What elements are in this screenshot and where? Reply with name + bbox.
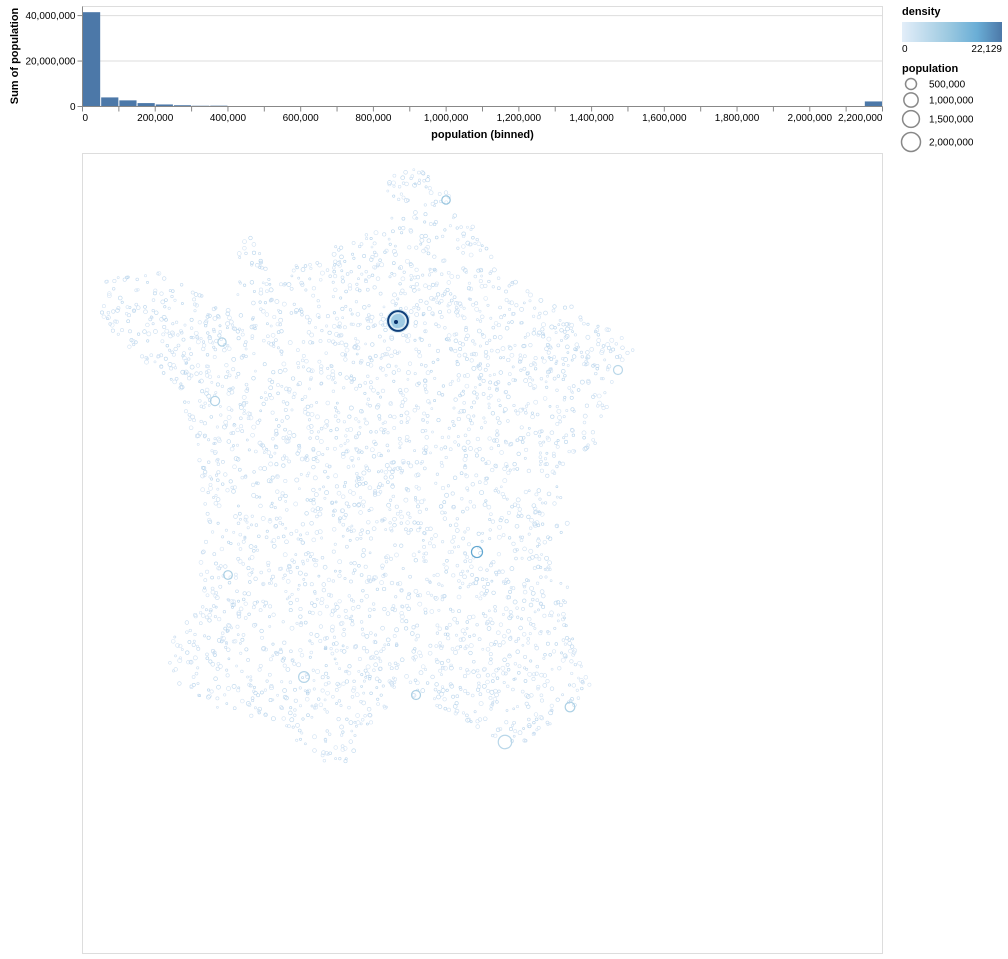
- population-legend: population 500,000 1,000,000 1,500,000 2,00…: [900, 63, 974, 153]
- paris-center-point: [394, 320, 398, 324]
- x-tick-label: 400,000: [210, 113, 247, 124]
- histogram-bar: [101, 97, 119, 107]
- population-legend-symbol: [903, 92, 919, 108]
- population-legend-title: population: [902, 63, 958, 75]
- population-legend-symbol: [900, 131, 922, 153]
- density-legend-title: density: [902, 6, 941, 18]
- x-tick-label: 600,000: [283, 113, 320, 124]
- population-legend-label: 500,000: [929, 80, 966, 91]
- population-legend-symbol: [901, 109, 921, 129]
- x-tick-label: 0: [83, 113, 89, 124]
- paris-density-core: [391, 314, 405, 328]
- x-tick-label: 200,000: [137, 113, 174, 124]
- histogram: 0 200,000 400,000 600,000 800,000 1,000,000 1,…: [9, 6, 883, 141]
- population-legend-label: 1,500,000: [929, 115, 974, 126]
- x-tick-label: 2,000,000: [788, 113, 833, 124]
- histogram-x-axis: 0 200,000 400,000 600,000 800,000 1,000,000 1,…: [82, 106, 883, 124]
- histogram-bar: [137, 103, 155, 107]
- y-tick-label: 20,000,000: [25, 57, 75, 68]
- y-tick-label: 0: [70, 102, 76, 113]
- histogram-bar: [119, 100, 137, 107]
- density-legend-min: 0: [902, 44, 908, 55]
- density-gradient-bar: [902, 22, 1002, 42]
- x-tick-label: 1,400,000: [569, 113, 614, 124]
- population-legend-items: 500,000 1,000,000 1,500,000 2,000,000: [900, 77, 974, 153]
- x-tick-label: 1,000,000: [424, 113, 469, 124]
- population-legend-label: 1,000,000: [929, 96, 974, 107]
- histogram-y-axis: 0 20,000,000 40,000,000: [25, 6, 83, 113]
- chart-canvas: 0 200,000 400,000 600,000 800,000 1,000,000 1,…: [9, 6, 1002, 954]
- x-tick-label: 1,800,000: [715, 113, 760, 124]
- histogram-bar: [83, 12, 101, 107]
- y-axis-title: Sum of population: [9, 7, 21, 104]
- x-tick-label: 1,600,000: [642, 113, 687, 124]
- x-tick-label: 2,200,000: [838, 113, 883, 124]
- map-panel: [82, 153, 883, 954]
- x-axis-title: population (binned): [431, 129, 534, 141]
- density-legend-max: 22,129: [971, 44, 1002, 55]
- x-tick-label: 1,200,000: [497, 113, 542, 124]
- y-tick-label: 40,000,000: [25, 11, 75, 22]
- density-legend: density 0 22,129: [902, 6, 1002, 55]
- histogram-bar: [864, 101, 882, 107]
- x-tick-label: 800,000: [355, 113, 392, 124]
- population-legend-symbol: [904, 77, 918, 91]
- histogram-frame: [82, 6, 883, 107]
- population-legend-label: 2,000,000: [929, 138, 974, 149]
